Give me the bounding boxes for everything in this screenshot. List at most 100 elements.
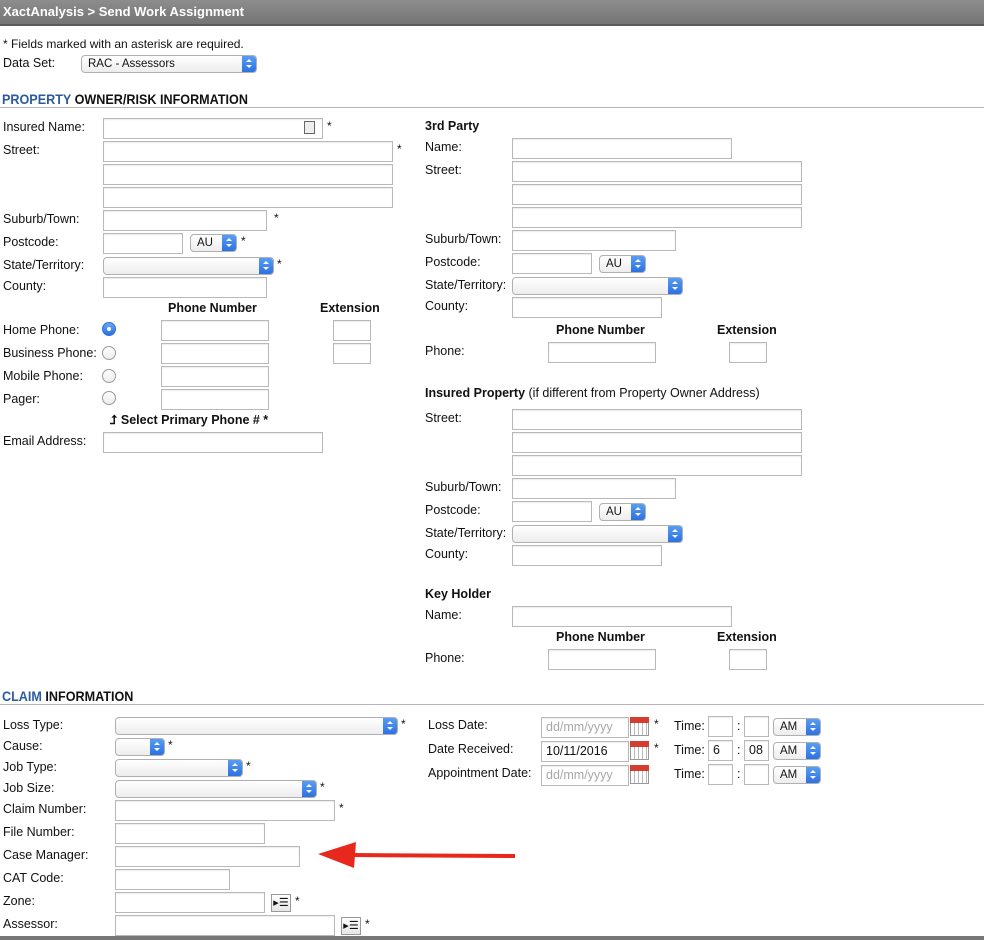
tp-suburb-label: Suburb/Town:: [425, 232, 502, 246]
mobile-phone-input[interactable]: [161, 366, 269, 387]
assessor-picker-icon[interactable]: ▸☰: [341, 917, 361, 935]
ip-county-label: County:: [425, 547, 469, 561]
loss-date-input[interactable]: dd/mm/yyyy: [541, 717, 629, 738]
date-received-input[interactable]: 10/11/2016: [541, 741, 629, 762]
tp-street-label: Street:: [425, 163, 462, 177]
appointment-minute-input[interactable]: [744, 764, 769, 785]
tp-street-input-2[interactable]: [512, 184, 802, 205]
tp-country-select[interactable]: AU: [599, 255, 646, 273]
loss-ampm-select[interactable]: AM: [773, 718, 821, 736]
business-phone-extension[interactable]: [333, 343, 371, 364]
select-primary-phone-note: ⮥ Select Primary Phone # *: [110, 413, 269, 427]
file-number-input[interactable]: [115, 823, 265, 844]
street-label: Street:: [3, 143, 40, 157]
postcode-input[interactable]: [103, 233, 183, 254]
country-select[interactable]: AU: [190, 234, 237, 252]
data-set-select[interactable]: RAC - Assessors: [81, 55, 257, 73]
select-arrow-icon: [222, 235, 236, 251]
suburb-input[interactable]: [103, 210, 267, 231]
tp-street-input-1[interactable]: [512, 161, 802, 182]
page-header: XactAnalysis > Send Work Assignment: [0, 0, 984, 26]
time-separator: :: [737, 719, 741, 733]
required-note: * Fields marked with an asterisk are req…: [3, 37, 244, 51]
pager-radio[interactable]: [102, 391, 116, 405]
zone-input[interactable]: [115, 892, 265, 913]
received-minute-input[interactable]: 08: [744, 740, 769, 761]
street-input-1[interactable]: [103, 141, 393, 162]
appointment-hour-input[interactable]: [708, 764, 733, 785]
tp-county-label: County:: [425, 299, 469, 313]
cause-select[interactable]: [115, 738, 165, 756]
tp-state-select[interactable]: [512, 277, 683, 295]
received-ampm-select[interactable]: AM: [773, 742, 821, 760]
kh-phone-input[interactable]: [548, 649, 656, 670]
job-type-select[interactable]: [115, 759, 243, 777]
loss-date-label: Loss Date:: [428, 718, 488, 732]
loss-type-select[interactable]: [115, 717, 398, 735]
tp-suburb-input[interactable]: [512, 230, 676, 251]
tp-postcode-label: Postcode:: [425, 255, 481, 269]
home-phone-input[interactable]: [161, 320, 269, 341]
claim-number-input[interactable]: [115, 800, 335, 821]
calendar-icon[interactable]: [630, 741, 649, 760]
required-asterisk: *: [241, 234, 246, 248]
curved-arrow-icon: ⮥: [110, 413, 118, 427]
assessor-input[interactable]: [115, 915, 335, 936]
ip-state-label: State/Territory:: [425, 526, 507, 540]
zone-picker-icon[interactable]: ▸☰: [271, 894, 291, 912]
data-set-label: Data Set:: [3, 56, 56, 70]
ip-street-input-3[interactable]: [512, 455, 802, 476]
case-manager-label: Case Manager:: [3, 848, 89, 862]
tp-phone-extension[interactable]: [729, 342, 767, 363]
select-arrow-icon: [806, 767, 820, 783]
case-manager-input[interactable]: [115, 846, 300, 867]
county-input[interactable]: [103, 277, 267, 298]
mobile-phone-radio[interactable]: [102, 369, 116, 383]
ip-county-input[interactable]: [512, 545, 662, 566]
ip-state-select[interactable]: [512, 525, 683, 543]
red-annotation-arrow: [318, 842, 516, 868]
appointment-ampm-select[interactable]: AM: [773, 766, 821, 784]
business-phone-input[interactable]: [161, 343, 269, 364]
ip-suburb-input[interactable]: [512, 478, 676, 499]
home-phone-radio[interactable]: [102, 322, 116, 336]
job-size-select[interactable]: [115, 780, 317, 798]
required-asterisk: *: [654, 717, 659, 731]
business-phone-radio[interactable]: [102, 346, 116, 360]
tp-street-input-3[interactable]: [512, 207, 802, 228]
street-input-2[interactable]: [103, 164, 393, 185]
contact-card-icon[interactable]: [304, 121, 315, 134]
ip-country-select[interactable]: AU: [599, 503, 646, 521]
kh-extension-header: Extension: [717, 630, 777, 644]
insured-name-input[interactable]: [103, 118, 323, 139]
cause-label: Cause:: [3, 739, 43, 753]
street-input-3[interactable]: [103, 187, 393, 208]
tp-name-input[interactable]: [512, 138, 732, 159]
tp-phone-label: Phone:: [425, 344, 465, 358]
loss-hour-input[interactable]: [708, 716, 733, 737]
ip-postcode-input[interactable]: [512, 501, 592, 522]
tp-county-input[interactable]: [512, 297, 662, 318]
calendar-icon[interactable]: [630, 765, 649, 784]
home-phone-extension[interactable]: [333, 320, 371, 341]
tp-phone-input[interactable]: [548, 342, 656, 363]
loss-minute-input[interactable]: [744, 716, 769, 737]
cat-code-input[interactable]: [115, 869, 230, 890]
pager-input[interactable]: [161, 389, 269, 410]
tp-postcode-input[interactable]: [512, 253, 592, 274]
bottom-border: [0, 936, 984, 940]
mobile-phone-label: Mobile Phone:: [3, 369, 83, 383]
kh-phone-extension[interactable]: [729, 649, 767, 670]
ip-street-input-1[interactable]: [512, 409, 802, 430]
ip-street-input-2[interactable]: [512, 432, 802, 453]
email-input[interactable]: [103, 432, 323, 453]
kh-name-input[interactable]: [512, 606, 732, 627]
ip-suburb-label: Suburb/Town:: [425, 480, 502, 494]
received-hour-input[interactable]: 6: [708, 740, 733, 761]
business-phone-label: Business Phone:: [3, 346, 97, 360]
kh-name-label: Name:: [425, 608, 462, 622]
key-holder-title: Key Holder: [425, 587, 491, 601]
appointment-date-input[interactable]: dd/mm/yyyy: [541, 765, 629, 786]
state-select[interactable]: [103, 257, 274, 275]
calendar-icon[interactable]: [630, 717, 649, 736]
